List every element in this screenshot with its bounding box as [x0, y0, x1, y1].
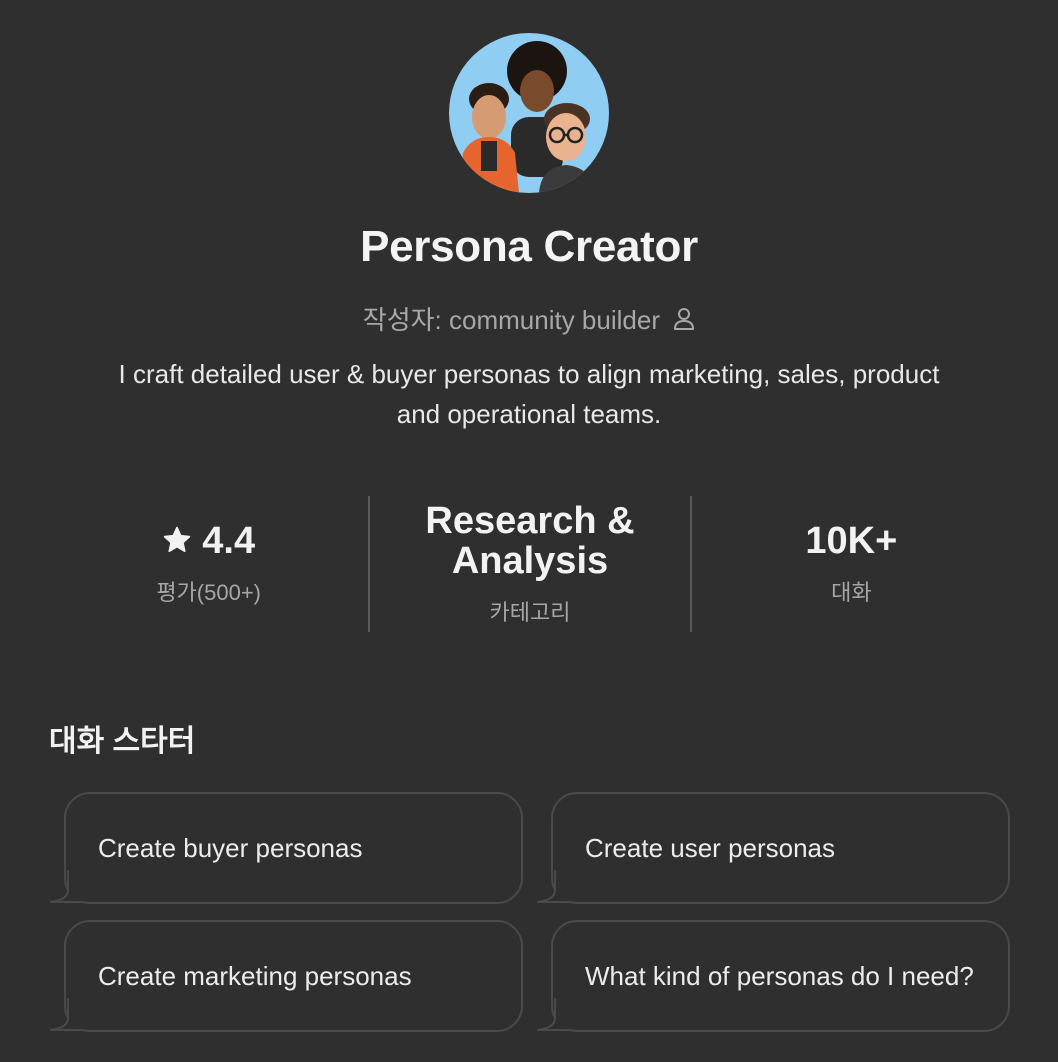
stat-rating: 4.4 평가(500+) — [49, 496, 368, 632]
starter-label: Create user personas — [585, 833, 836, 863]
conversations-value: 10K+ — [805, 520, 898, 562]
starter-button[interactable]: What kind of personas do I need? — [536, 920, 1010, 1032]
conversations-label: 대화 — [831, 580, 872, 605]
avatar-illustration — [449, 33, 609, 193]
starter-label: Create buyer personas — [98, 833, 363, 863]
bubble-tail-icon — [49, 998, 82, 1031]
bubble-tail-icon — [536, 998, 569, 1031]
stat-category: Research & Analysis 카테고리 — [370, 496, 689, 632]
starter-button[interactable]: Create buyer personas — [49, 792, 523, 904]
gpt-description: I craft detailed user & buyer personas t… — [118, 359, 940, 429]
conversation-starters-heading: 대화 스타터 — [49, 725, 196, 758]
author-prefix: 작성자: — [362, 305, 442, 335]
starter-button[interactable]: Create user personas — [536, 792, 1010, 904]
gpt-profile-page: Persona Creator 작성자: community builder I… — [0, 0, 1058, 1062]
author-line: 작성자: community builder — [0, 300, 1058, 337]
rating-value: 4.4 — [202, 520, 256, 562]
star-icon — [162, 523, 192, 553]
stats-row: 4.4 평가(500+) Research & Analysis 카테고리 10… — [49, 496, 1011, 632]
rating-label: 평가(500+) — [156, 580, 261, 605]
gpt-title: Persona Creator — [360, 222, 698, 271]
bubble-tail-icon — [536, 870, 569, 903]
person-icon — [673, 307, 695, 331]
bubble-tail-icon — [49, 870, 82, 903]
author-name[interactable]: community builder — [449, 305, 660, 335]
starter-label: Create marketing personas — [98, 961, 412, 991]
starter-label: What kind of personas do I need? — [585, 961, 974, 991]
rating-value-line: 4.4 — [162, 521, 255, 561]
starter-button[interactable]: Create marketing personas — [49, 920, 523, 1032]
stat-conversations: 10K+ 대화 — [692, 496, 1011, 632]
gpt-avatar — [449, 33, 609, 193]
category-label: 카테고리 — [489, 600, 571, 625]
category-value: Research & Analysis — [425, 500, 635, 582]
